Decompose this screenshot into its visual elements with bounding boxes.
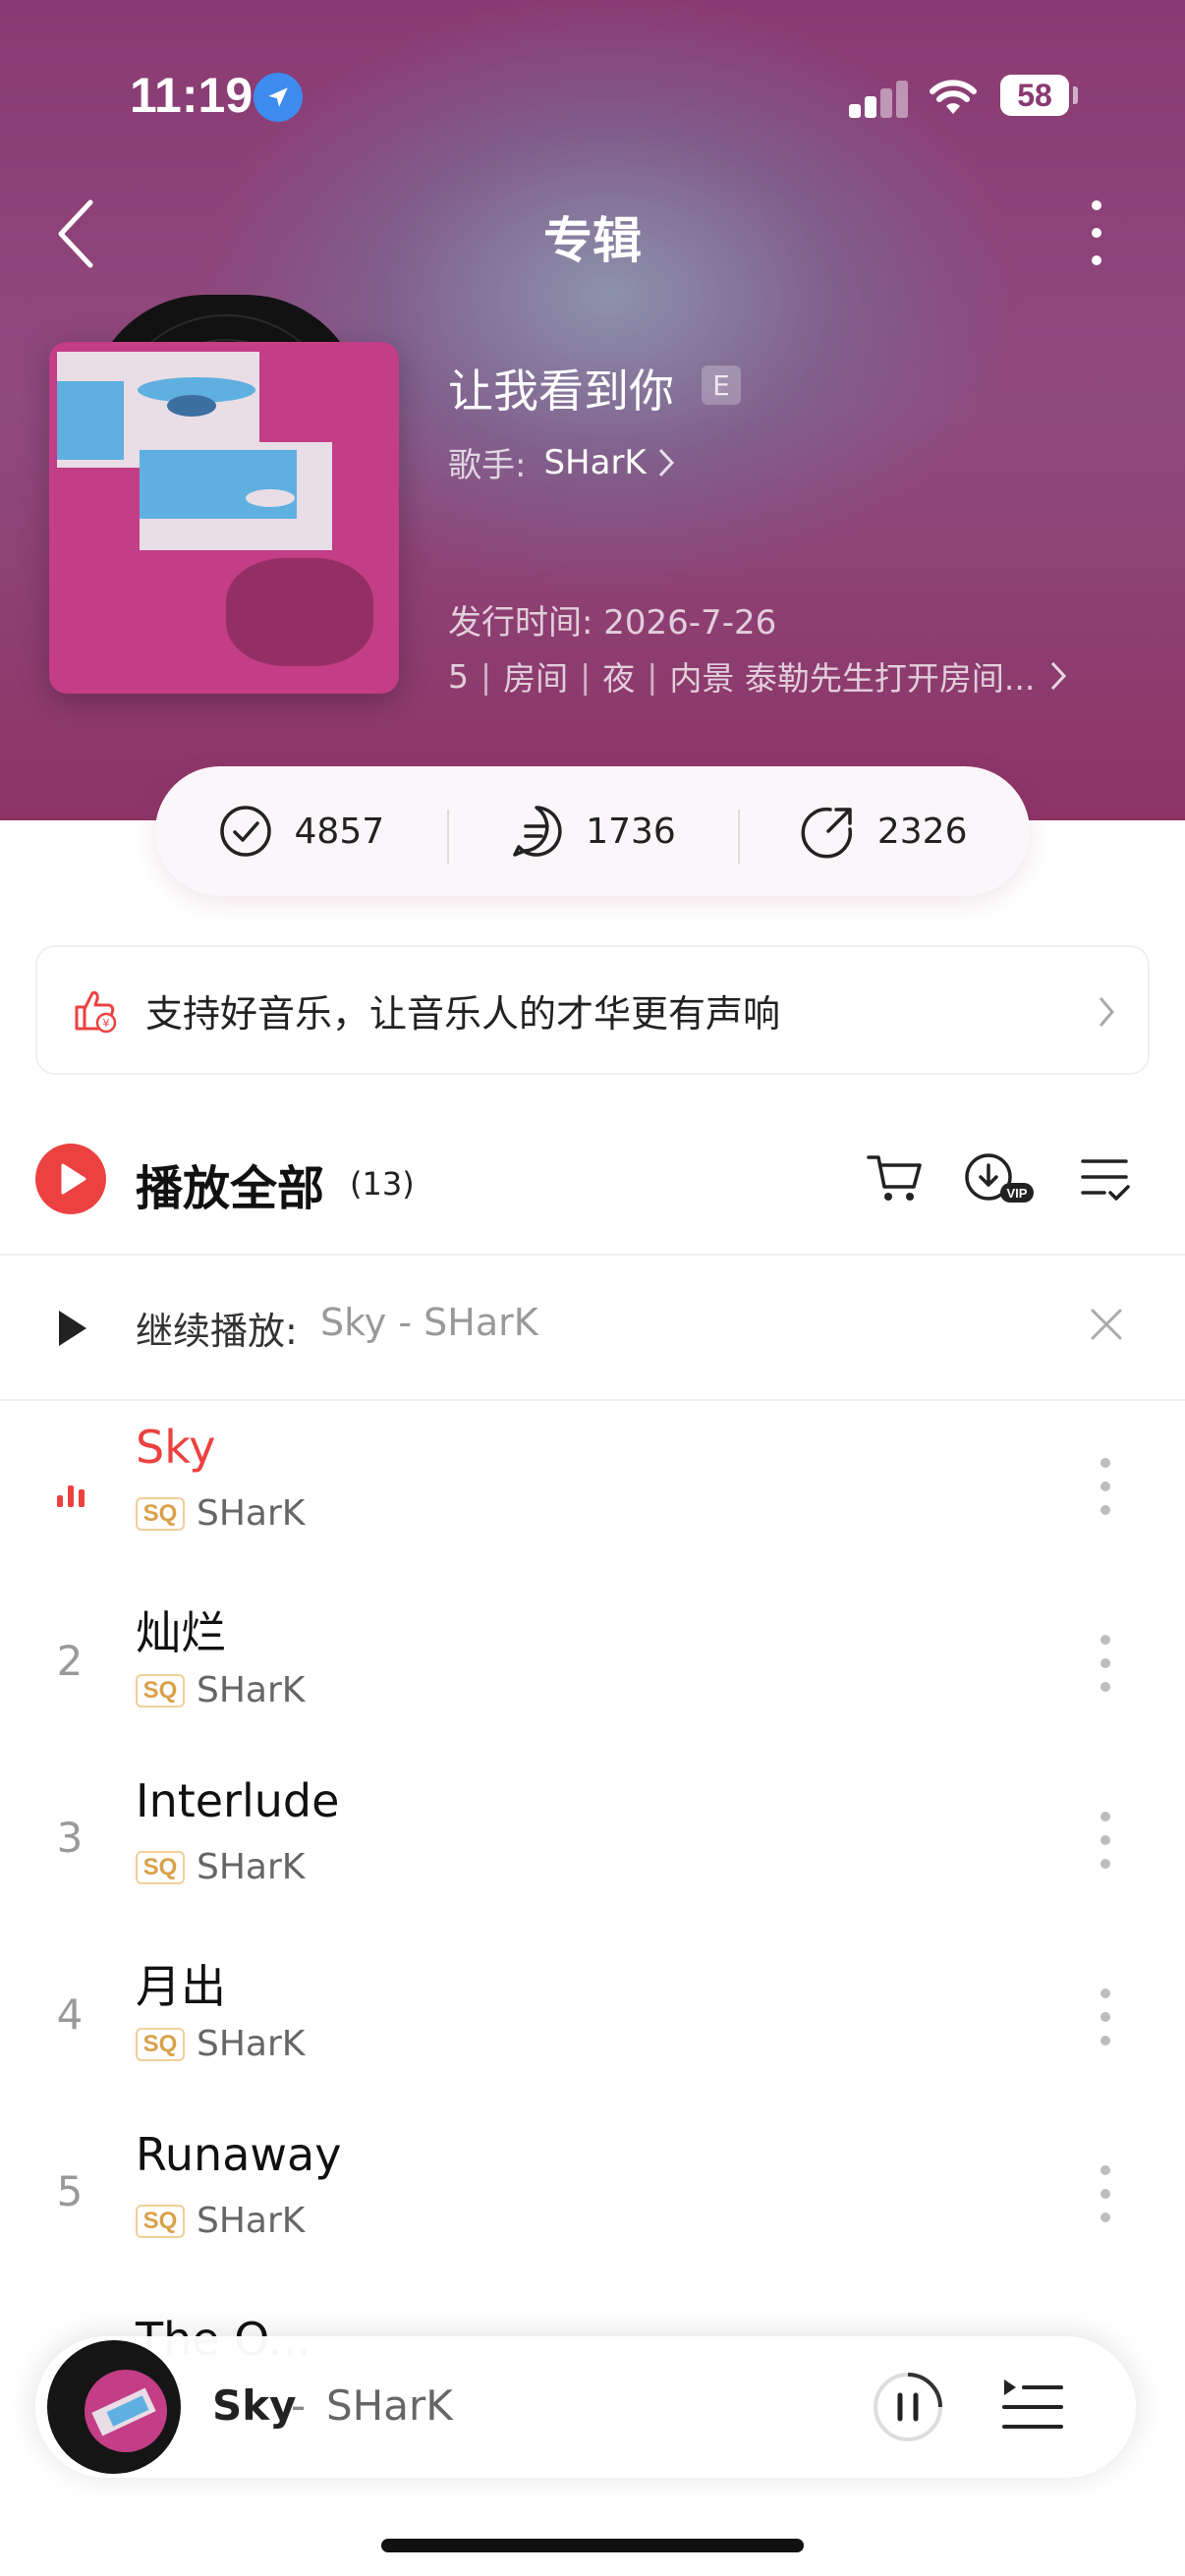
song-row[interactable]: 2 灿烂 SQ SHarK [0, 1578, 1185, 1755]
cart-button[interactable] [861, 1144, 930, 1212]
song-row[interactable]: 4 月出 SQ SHarK [0, 1932, 1185, 2108]
vip-download-button[interactable]: VIP [959, 1144, 1034, 1212]
cellular-signal-icon [849, 79, 912, 118]
support-music-banner[interactable]: ¥ 支持好音乐，让音乐人的才华更有声响 [35, 945, 1150, 1075]
svg-text:¥: ¥ [103, 1017, 110, 1030]
song-artist: SHarK [197, 2024, 306, 2064]
tag-item: 内景 泰勒先生打开房间... [669, 659, 1036, 698]
artist-link[interactable]: 歌手: SHarK [448, 438, 680, 486]
play-icon [61, 1163, 86, 1195]
continue-song: Sky - SHarK [320, 1301, 538, 1344]
song-title: 月出 [136, 1960, 226, 2013]
list-check-icon [1081, 1159, 1130, 1201]
release-date: 发行时间: 2026-7-26 [448, 603, 777, 643]
tag-item: 夜 [602, 659, 636, 698]
battery-indicator: 58 [1000, 75, 1069, 116]
mini-player[interactable]: Sky - SHarK [35, 2336, 1136, 2478]
page-title: 专辑 [543, 212, 642, 269]
track-number: 4 [56, 1990, 84, 2039]
tag-item: 房间 [503, 659, 569, 698]
album-tags[interactable]: 5 | 房间 | 夜 | 内景 泰勒先生打开房间... [448, 652, 1136, 700]
wifi-icon [928, 77, 979, 116]
location-arrow-icon [254, 73, 303, 122]
sq-quality-badge: SQ [136, 2205, 185, 2238]
play-icon [59, 1311, 86, 1346]
play-all-toolbar: 播放全部 (13) VIP [0, 1130, 1185, 1256]
album-cover[interactable] [49, 342, 399, 694]
tag-separator: | [480, 656, 492, 696]
song-more-button[interactable] [1099, 1988, 1112, 2047]
shopping-cart-icon [867, 1155, 922, 1201]
song-artist: SHarK [197, 1493, 306, 1534]
song-artist: SHarK [197, 2201, 306, 2241]
check-circle-icon [219, 806, 271, 857]
track-number: 2 [56, 1637, 84, 1685]
share-count: 2326 [876, 811, 968, 852]
song-more-button[interactable] [1099, 2165, 1112, 2224]
playlist-button[interactable] [1000, 2376, 1065, 2438]
song-row[interactable]: 5 Runaway SQ SHarK [0, 2108, 1185, 2285]
home-indicator[interactable] [381, 2539, 804, 2552]
song-artist: SHarK [197, 1670, 306, 1710]
song-row[interactable]: 3 Interlude SQ SHarK [0, 1755, 1185, 1932]
comment-stat[interactable]: 1736 [446, 804, 739, 865]
chevron-right-icon [658, 448, 674, 476]
multi-select-button[interactable] [1077, 1144, 1146, 1212]
comment-icon [513, 806, 562, 857]
collect-stat[interactable]: 4857 [155, 804, 447, 859]
sq-quality-badge: SQ [136, 1851, 185, 1884]
song-title: 灿烂 [136, 1606, 226, 1659]
share-icon [801, 807, 852, 859]
explicit-badge: E [702, 365, 741, 405]
song-more-button[interactable] [1099, 1812, 1112, 1871]
song-more-button[interactable] [1099, 1458, 1112, 1517]
chevron-right-icon [1051, 661, 1067, 691]
mini-player-disc[interactable] [47, 2340, 181, 2474]
song-title: Sky [136, 1421, 216, 1474]
tag-separator: | [647, 656, 658, 696]
play-all-button[interactable] [35, 1144, 106, 1214]
continue-playing-bar[interactable]: 继续播放: Sky - SHarK [0, 1256, 1185, 1401]
artist-label: 歌手: [448, 446, 527, 485]
sq-quality-badge: SQ [136, 1497, 185, 1531]
song-artist: SHarK [197, 1847, 306, 1887]
comment-count: 1736 [586, 811, 676, 852]
sq-quality-badge: SQ [136, 1674, 185, 1708]
battery-tip [1073, 86, 1078, 104]
song-title: Interlude [136, 1774, 340, 1827]
song-row[interactable]: Sky SQ SHarK [0, 1401, 1185, 1578]
support-banner-text: 支持好音乐，让音乐人的才华更有声响 [145, 991, 781, 1036]
mini-player-artist: SHarK [326, 2381, 453, 2430]
pause-icon [874, 2373, 942, 2441]
track-number: 3 [56, 1814, 84, 1862]
playlist-icon [1002, 2380, 1063, 2429]
song-title: Runaway [136, 2128, 342, 2181]
share-stat[interactable]: 2326 [738, 804, 1030, 865]
play-all-label[interactable]: 播放全部 [136, 1149, 324, 1218]
download-vip-icon: VIP [965, 1153, 1034, 1203]
sq-quality-badge: SQ [136, 2028, 185, 2061]
chevron-right-icon [1099, 997, 1114, 1027]
mini-player-title: Sky [212, 2381, 297, 2430]
more-options-button[interactable] [1077, 196, 1116, 271]
now-playing-equalizer-icon [57, 1478, 86, 1507]
album-title: 让我看到你 [448, 364, 674, 418]
artist-name: SHarK [543, 442, 647, 482]
svg-text:VIP: VIP [1007, 1186, 1028, 1201]
tag-separator: | [580, 656, 592, 696]
pause-button[interactable] [871, 2370, 945, 2444]
close-icon[interactable] [1087, 1305, 1126, 1344]
album-stats-bar: 4857 1736 2326 [155, 766, 1030, 896]
mini-player-cover [85, 2370, 167, 2452]
status-time: 11:19 [130, 68, 254, 123]
song-more-button[interactable] [1099, 1635, 1112, 1694]
continue-label: 继续播放: [136, 1310, 298, 1353]
track-number: 5 [56, 2167, 84, 2215]
thumbs-up-yuan-icon: ¥ [75, 991, 117, 1034]
collect-count: 4857 [294, 811, 385, 852]
tag-item: 5 [448, 656, 469, 696]
mini-player-separator: - [291, 2381, 307, 2430]
song-count: (13) [350, 1165, 415, 1203]
